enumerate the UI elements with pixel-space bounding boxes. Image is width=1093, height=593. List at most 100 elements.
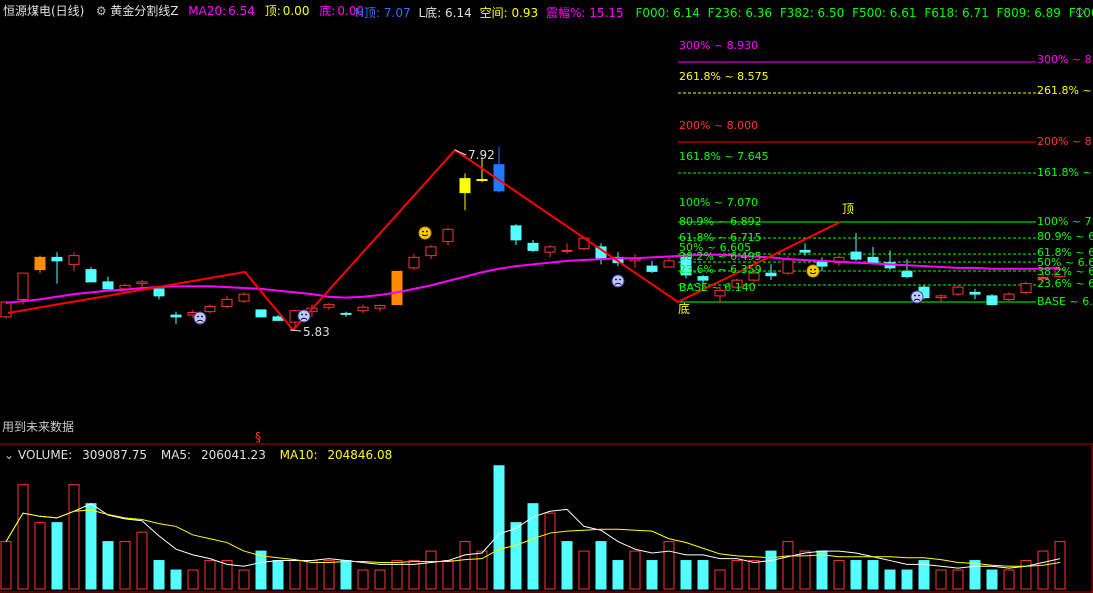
candle-body — [425, 246, 437, 257]
candle-body — [782, 258, 794, 274]
volume-bar — [34, 522, 46, 590]
volume-bar — [1003, 569, 1015, 590]
low-marker: 5.83 — [303, 325, 330, 339]
fib-left-label: BASE ~ 6.140 — [679, 281, 756, 294]
candle-body — [408, 256, 420, 269]
candle-body — [544, 246, 556, 253]
volume-bar — [510, 522, 522, 590]
volume-bar — [680, 560, 692, 590]
candle-body — [765, 272, 777, 277]
volume-bar — [816, 550, 828, 590]
volume-bar — [799, 550, 811, 590]
fib-right-label: 80.9% ~ 6 — [1037, 230, 1093, 243]
candle-body — [340, 312, 352, 315]
volume-bar — [204, 560, 216, 590]
volume-bar — [765, 550, 777, 590]
candle-body — [935, 295, 947, 299]
candle-body — [34, 256, 46, 271]
candle-body — [153, 288, 165, 297]
volume-bar — [731, 560, 743, 590]
volume-bar — [646, 560, 658, 590]
volume-bar — [0, 541, 12, 590]
volume-bar — [952, 569, 964, 590]
fib-right-label: 100% ~ 7. — [1037, 215, 1093, 228]
candle-body — [136, 281, 148, 285]
candle-body — [255, 309, 267, 318]
volume-bar — [102, 541, 114, 590]
sad-face-icon — [193, 311, 207, 325]
bottom-marker: 底 — [678, 301, 690, 316]
volume-bar — [986, 569, 998, 590]
fib-right-label: 200% ~ 8. — [1037, 135, 1093, 148]
volume-bar — [238, 569, 250, 590]
special-mark: § — [255, 430, 261, 444]
candle-body — [391, 270, 403, 306]
future-data-note: 用到未来数据 — [2, 420, 75, 434]
sad-face-icon — [611, 274, 625, 288]
candle-body — [0, 301, 12, 318]
volume-bar — [969, 560, 981, 590]
volume-bar — [289, 560, 301, 590]
volume-panel[interactable]: ⌄ VOLUME: 309087.75 MA5: 206041.23 MA10: … — [0, 445, 1093, 593]
volume-bar — [323, 560, 335, 590]
volume-bar — [272, 560, 284, 590]
volume-bar — [493, 465, 505, 590]
candle-body — [697, 276, 709, 281]
top-marker: 顶 — [842, 202, 854, 216]
candle-body — [323, 304, 335, 308]
candle-body — [459, 178, 471, 194]
fib-left-label: 261.8% ~ 8.575 — [679, 70, 769, 83]
candle-body — [17, 272, 29, 300]
volume-bar — [663, 541, 675, 590]
main-chart-panel[interactable]: 恒源煤电(日线) ⚙ 黄金分割线Z MA20: 6.54 顶: 0.00 底: 0.00… — [0, 0, 1093, 445]
candle-body — [221, 298, 233, 307]
volume-bar — [51, 522, 63, 590]
fib-left-label: 200% ~ 8.000 — [679, 119, 759, 132]
volume-bar — [340, 560, 352, 590]
candle-body — [442, 228, 454, 243]
volume-bar — [170, 569, 182, 590]
volume-bar — [85, 503, 97, 590]
volume-bar — [782, 541, 794, 590]
fib-right-label: 23.6% ~ 6 — [1037, 277, 1093, 290]
candle-body — [969, 291, 981, 295]
volume-bar — [578, 550, 590, 590]
candle-body — [238, 293, 250, 302]
fib-right-label: BASE ~ 6. — [1037, 295, 1093, 308]
candle-body — [629, 258, 641, 262]
sad-face-icon — [297, 309, 311, 323]
volume-bar — [901, 569, 913, 590]
volume-bar — [935, 569, 947, 590]
smiley-face-icon — [418, 226, 432, 240]
volume-bar — [119, 541, 131, 590]
candle-body — [663, 260, 675, 268]
volume-bar — [255, 550, 267, 590]
candle-body — [561, 249, 573, 252]
candle-body — [850, 251, 862, 260]
candle-body — [51, 256, 63, 262]
volume-bar — [306, 560, 318, 590]
candle-body — [952, 286, 964, 295]
volume-bar — [442, 560, 454, 590]
volume-bar — [68, 484, 80, 590]
high-marker: 7.92 — [468, 148, 495, 162]
volume-bar — [153, 560, 165, 590]
volume-bar — [1037, 550, 1049, 590]
candle-body — [68, 255, 80, 265]
volume-bar — [544, 512, 556, 590]
price-chart: 7.92 5.83 顶底 — [0, 61, 1093, 445]
volume-bar — [867, 560, 879, 590]
volume-bar — [629, 550, 641, 590]
fib-left-label: 80.9% ~ 6.892 — [679, 215, 762, 228]
volume-bar — [357, 569, 369, 590]
volume-bar — [595, 541, 607, 590]
volume-bar — [714, 569, 726, 590]
volume-bar — [612, 560, 624, 590]
volume-bar — [1054, 541, 1066, 590]
volume-bar — [697, 560, 709, 590]
low-pointer — [289, 329, 302, 332]
volume-bar — [748, 560, 760, 590]
fib-left-label: 161.8% ~ 7.645 — [679, 150, 769, 163]
candle-body — [646, 265, 658, 272]
volume-bar — [1020, 560, 1032, 590]
